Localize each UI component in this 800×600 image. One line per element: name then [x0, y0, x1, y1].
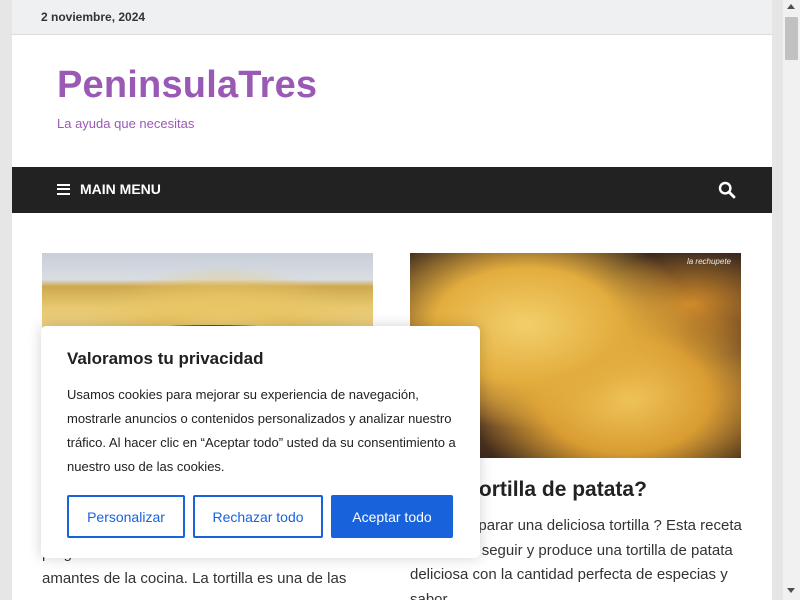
site-description: La ayuda que necesitas — [57, 116, 195, 131]
reject-all-button[interactable]: Rechazar todo — [193, 495, 323, 538]
cookie-banner-text: Usamos cookies para mejorar su experienc… — [67, 387, 456, 474]
vertical-scrollbar[interactable] — [783, 0, 800, 600]
current-date: 2 noviembre, 2024 — [41, 10, 146, 24]
scrollbar-thumb[interactable] — [785, 17, 798, 60]
cookie-consent-banner: Valoramos tu privacidad Usamos cookies p… — [41, 326, 480, 558]
main-menu-label: MAIN MENU — [80, 181, 161, 197]
main-menu-button[interactable]: MAIN MENU — [57, 181, 161, 197]
accept-all-button[interactable]: Aceptar todo — [331, 495, 453, 538]
cookie-banner-title: Valoramos tu privacidad — [67, 349, 264, 368]
scroll-down-arrow-icon[interactable] — [787, 588, 795, 593]
customize-button[interactable]: Personalizar — [67, 495, 185, 538]
site-title[interactable]: PeninsulaTres — [57, 64, 317, 107]
search-icon[interactable] — [718, 181, 736, 199]
top-bar: 2 noviembre, 2024 — [12, 0, 772, 35]
image-watermark: la rechupete — [686, 257, 731, 266]
main-navigation: MAIN MENU — [12, 167, 772, 213]
hamburger-icon — [57, 183, 70, 195]
scroll-up-arrow-icon[interactable] — [787, 4, 795, 9]
